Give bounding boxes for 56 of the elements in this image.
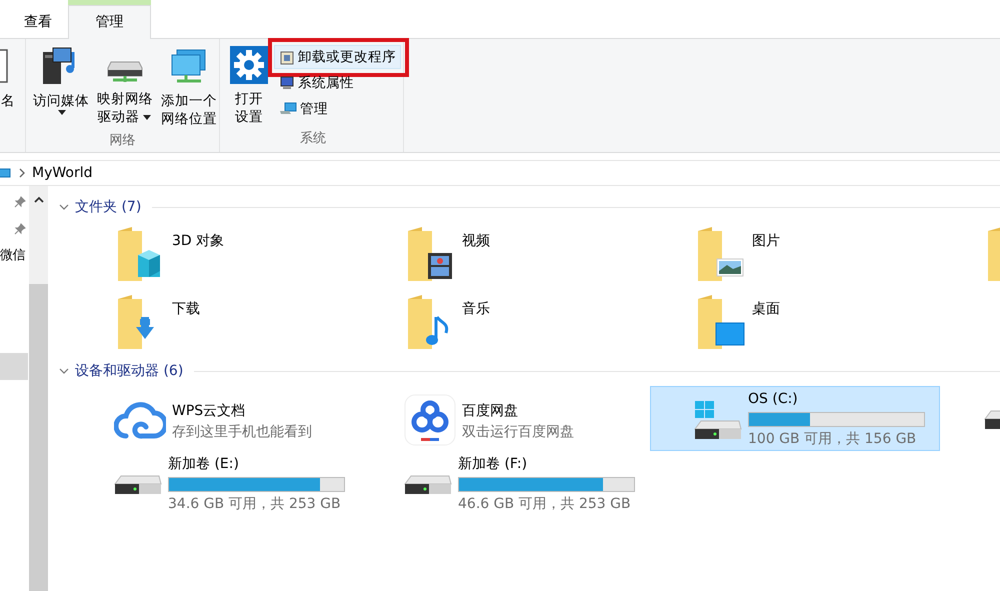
- ribbon-button[interactable]: 添加一个 网络位置: [159, 43, 219, 131]
- group-label: 系统: [299, 130, 327, 148]
- folder-item[interactable]: 音乐: [360, 292, 650, 360]
- drive-name: OS (C:): [748, 390, 799, 409]
- folder-item[interactable]: 图片: [650, 224, 940, 292]
- app-item[interactable]: 百度网盘 双击运行百度网盘: [360, 386, 650, 451]
- pin-icon[interactable]: [14, 222, 26, 234]
- ribbon-button[interactable]: 打开 设置: [228, 43, 270, 129]
- scroll-thumb[interactable]: [29, 284, 48, 591]
- folder-item[interactable]: 视频: [360, 224, 650, 292]
- pin-icon[interactable]: [14, 196, 26, 208]
- network-drive-icon: [107, 60, 143, 84]
- item-name: WPS云文档: [172, 402, 246, 420]
- folder-item[interactable]: 下载: [70, 292, 360, 360]
- drive-space: 46.6 GB 可用，共 253 GB: [458, 495, 632, 514]
- drive-icon: [114, 474, 162, 494]
- app-logo-icon: [404, 394, 456, 446]
- breadcrumb-chevron-icon: [18, 168, 26, 178]
- drive-name: 新加卷 (F:): [458, 455, 528, 474]
- drive-name: 新加卷 (E:): [168, 455, 240, 474]
- scrollbar[interactable]: [29, 186, 48, 591]
- cloud-icon: [114, 400, 166, 440]
- ribbon-tab[interactable]: 管理: [68, 5, 151, 39]
- folder-item[interactable]: 桌面: [650, 292, 940, 360]
- drive-item[interactable]: 新加卷 (F:) 46.6 GB 可用，共 253 GB: [360, 451, 650, 516]
- scroll-up-icon[interactable]: [34, 196, 44, 204]
- ribbon-button[interactable]: 系统属性: [274, 71, 359, 95]
- program-box-icon: [279, 49, 295, 65]
- item-description: 双击运行百度网盘: [462, 422, 574, 442]
- item-name: 百度网盘: [462, 402, 519, 420]
- ribbon-button[interactable]: 访问媒体: [31, 43, 91, 131]
- ribbon-button[interactable]: 管理: [274, 97, 333, 121]
- system-drive-icon: [694, 400, 742, 440]
- drive-space: 100 GB 可用，共 156 GB: [748, 430, 918, 449]
- nav-item[interactable]: 微信: [0, 242, 28, 269]
- drive-icon: [404, 474, 452, 494]
- folder-icon: [696, 295, 746, 351]
- item-description: 存到这里手机也能看到: [172, 422, 312, 442]
- computer-icon: [279, 75, 295, 91]
- ribbon-button[interactable]: 卸载或更改程序: [274, 45, 401, 69]
- settings-icon: [230, 46, 268, 84]
- ribbon-button[interactable]: 映射网络 驱动器: [95, 43, 155, 131]
- ribbon-button[interactable]: 名: [0, 43, 16, 128]
- breadcrumb[interactable]: MyWorld: [32, 162, 92, 184]
- section-title[interactable]: 设备和驱动器 (6): [75, 360, 184, 382]
- drive-item[interactable]: OS (C:) 100 GB 可用，共 156 GB: [650, 386, 940, 451]
- drive-item[interactable]: 新加卷 (E:) 34.6 GB 可用，共 253 GB: [70, 451, 360, 516]
- computer-icon: [279, 101, 297, 117]
- section-title[interactable]: 文件夹 (7): [75, 196, 142, 218]
- folder-icon: [696, 227, 746, 283]
- app-item[interactable]: WPS云文档 存到这里手机也能看到: [70, 386, 360, 451]
- computer-icon: [0, 166, 12, 180]
- drive-space: 34.6 GB 可用，共 253 GB: [168, 495, 342, 514]
- group-label: 网络: [108, 132, 136, 150]
- folder-item[interactable]: 3D 对象: [70, 224, 360, 292]
- ribbon-tab[interactable]: 查看: [10, 5, 66, 38]
